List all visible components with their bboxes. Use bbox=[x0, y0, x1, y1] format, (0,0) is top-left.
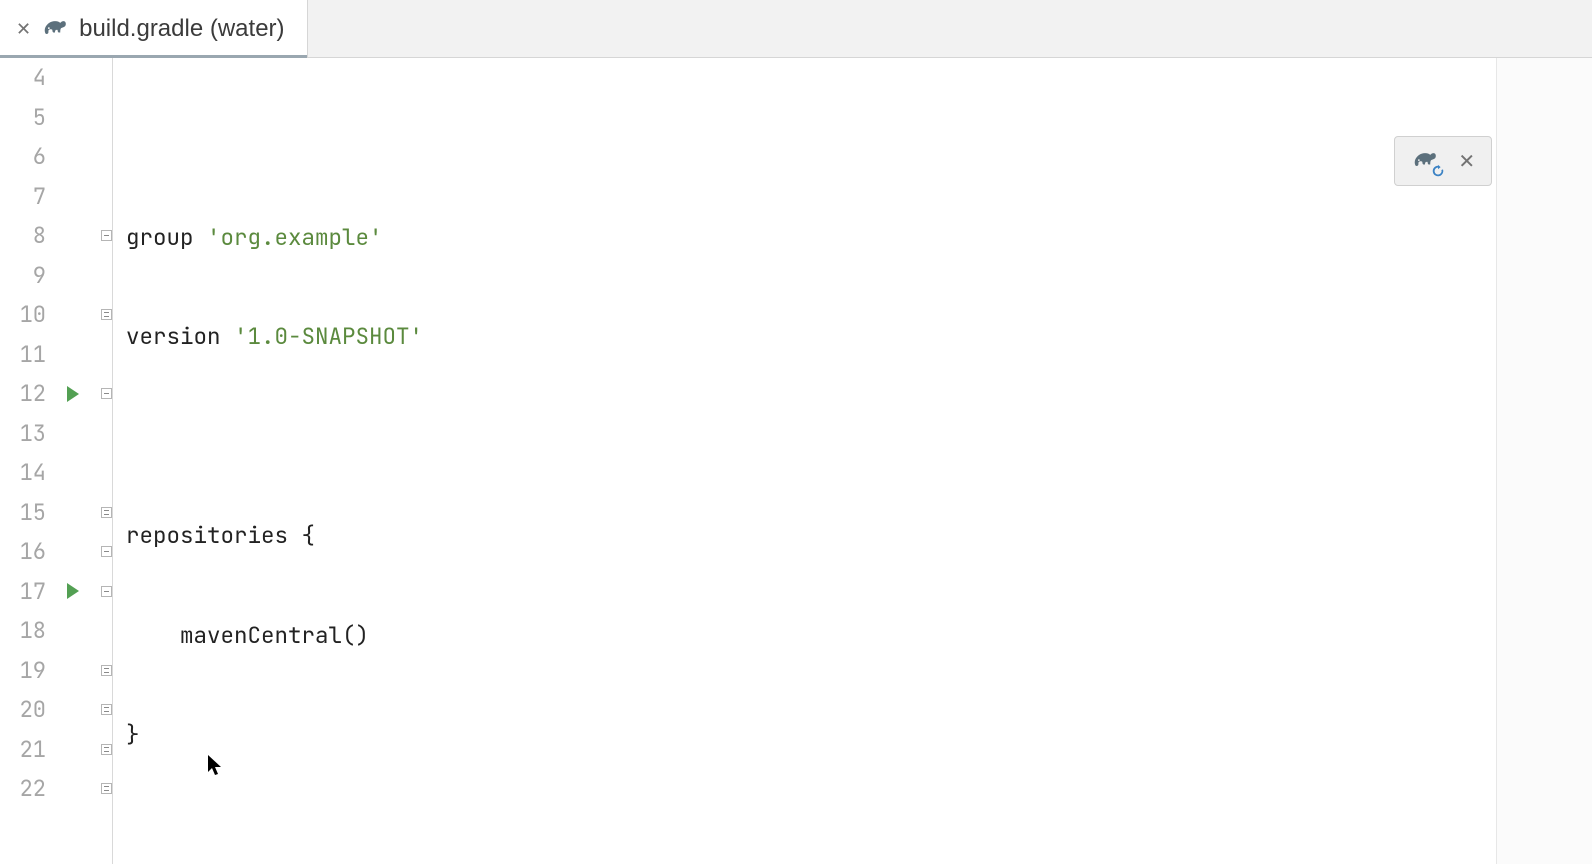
fold-gutter-slot bbox=[100, 493, 112, 533]
code-line[interactable]: mavenCentral() bbox=[112, 616, 1496, 656]
gutter-icon-slot bbox=[56, 98, 90, 138]
gutter-icon-slot bbox=[56, 256, 90, 296]
line-number: 18 bbox=[0, 611, 56, 651]
line-number: 11 bbox=[0, 335, 56, 375]
line-number: 6 bbox=[0, 137, 56, 177]
fold-gutter-slot bbox=[100, 58, 112, 98]
fold-start-icon[interactable] bbox=[101, 230, 112, 241]
gutter-icon-slot bbox=[56, 177, 90, 217]
gutter-icon-slot bbox=[56, 493, 90, 533]
fold-gutter-slot bbox=[100, 335, 112, 375]
fold-start-icon[interactable] bbox=[101, 388, 112, 399]
line-number: 7 bbox=[0, 177, 56, 217]
fold-end-icon[interactable] bbox=[101, 783, 112, 794]
fold-gutter-slot bbox=[100, 769, 112, 809]
line-number: 8 bbox=[0, 216, 56, 256]
line-number: 21 bbox=[0, 730, 56, 770]
fold-end-icon[interactable] bbox=[101, 665, 112, 676]
close-tab-icon[interactable]: ✕ bbox=[16, 20, 31, 38]
run-gutter-icon[interactable] bbox=[67, 386, 79, 402]
gutter-icon-slot bbox=[56, 453, 90, 493]
fold-gutter-slot bbox=[100, 177, 112, 217]
fold-gutter-slot bbox=[100, 572, 112, 612]
gradle-elephant-icon bbox=[41, 18, 69, 40]
code-content[interactable]: group 'org.example' version '1.0-SNAPSHO… bbox=[112, 58, 1496, 864]
fold-end-icon[interactable] bbox=[101, 309, 112, 320]
gutter-icon-slot bbox=[56, 216, 90, 256]
editor-tab-active[interactable]: ✕ build.gradle (water) bbox=[0, 0, 308, 57]
line-number: 17 bbox=[0, 572, 56, 612]
fold-gutter-slot bbox=[100, 414, 112, 454]
editor-tab-title: build.gradle (water) bbox=[79, 15, 284, 43]
line-number: 4 bbox=[0, 58, 56, 98]
gutter-icon-slot bbox=[56, 58, 90, 98]
gutter-icon-slot bbox=[56, 414, 90, 454]
fold-gutter-slot bbox=[100, 216, 112, 256]
code-line[interactable]: version '1.0-SNAPSHOT' bbox=[112, 317, 1496, 357]
fold-end-icon[interactable] bbox=[101, 507, 112, 518]
gutter-icon-slot bbox=[56, 690, 90, 730]
code-line[interactable] bbox=[112, 815, 1496, 855]
editor-gutter: 45678910111213141516171819202122 bbox=[0, 58, 113, 864]
fold-gutter-slot bbox=[100, 611, 112, 651]
line-number: 9 bbox=[0, 256, 56, 296]
editor-right-strip bbox=[1497, 58, 1592, 864]
fold-gutter-slot bbox=[100, 690, 112, 730]
line-number: 10 bbox=[0, 295, 56, 335]
line-number: 20 bbox=[0, 690, 56, 730]
gutter-icon-slot bbox=[56, 532, 90, 572]
fold-start-icon[interactable] bbox=[101, 546, 112, 557]
code-line[interactable]: group 'org.example' bbox=[112, 218, 1496, 258]
gradle-reload-widget: ✕ bbox=[1394, 136, 1492, 186]
code-line[interactable] bbox=[112, 118, 1496, 158]
line-number: 19 bbox=[0, 651, 56, 691]
fold-gutter-slot bbox=[100, 532, 112, 572]
fold-gutter-slot bbox=[100, 651, 112, 691]
fold-gutter-slot bbox=[100, 295, 112, 335]
line-number: 22 bbox=[0, 769, 56, 809]
refresh-badge-icon bbox=[1431, 164, 1445, 178]
line-number: 14 bbox=[0, 453, 56, 493]
close-icon[interactable]: ✕ bbox=[1458, 149, 1475, 174]
gutter-icon-slot bbox=[56, 611, 90, 651]
fold-end-icon[interactable] bbox=[101, 744, 112, 755]
fold-gutter-slot bbox=[100, 137, 112, 177]
gutter-icon-slot bbox=[56, 335, 90, 375]
fold-gutter-slot bbox=[100, 453, 112, 493]
gutter-icon-slot bbox=[56, 651, 90, 691]
code-line[interactable]: repositories { bbox=[112, 516, 1496, 556]
gutter-icon-slot bbox=[56, 769, 90, 809]
code-line[interactable]: } bbox=[112, 715, 1496, 755]
line-number: 5 bbox=[0, 98, 56, 138]
line-number: 16 bbox=[0, 532, 56, 572]
gutter-icon-slot bbox=[56, 730, 90, 770]
gutter-icon-slot bbox=[56, 374, 90, 414]
line-number: 12 bbox=[0, 374, 56, 414]
code-line[interactable] bbox=[112, 417, 1496, 457]
fold-end-icon[interactable] bbox=[101, 704, 112, 715]
fold-gutter-slot bbox=[100, 98, 112, 138]
gradle-reload-icon[interactable] bbox=[1411, 150, 1439, 172]
gutter-icon-slot bbox=[56, 572, 90, 612]
line-number: 13 bbox=[0, 414, 56, 454]
code-editor[interactable]: 45678910111213141516171819202122 group '… bbox=[0, 58, 1497, 864]
line-number: 15 bbox=[0, 493, 56, 533]
fold-gutter-slot bbox=[100, 256, 112, 296]
fold-gutter-slot bbox=[100, 730, 112, 770]
gutter-icon-slot bbox=[56, 295, 90, 335]
fold-start-icon[interactable] bbox=[101, 586, 112, 597]
editor-tabbar: ✕ build.gradle (water) bbox=[0, 0, 1592, 58]
run-gutter-icon[interactable] bbox=[67, 583, 79, 599]
gutter-icon-slot bbox=[56, 137, 90, 177]
fold-gutter-slot bbox=[100, 374, 112, 414]
